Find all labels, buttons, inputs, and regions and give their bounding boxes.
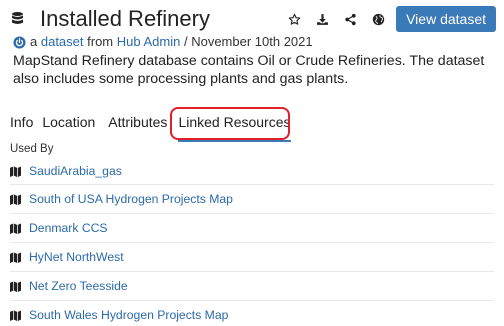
map-icon [10, 251, 21, 263]
database-icon [12, 12, 23, 24]
power-icon [13, 35, 26, 49]
linked-resource-link[interactable]: Denmark CCS [29, 221, 108, 235]
linked-resource-link[interactable]: South Wales Hydrogen Projects Map [29, 308, 228, 322]
star-icon [288, 13, 300, 25]
dataset-type-link[interactable]: dataset [41, 34, 84, 50]
tab-attributes[interactable]: Attributes [108, 113, 167, 135]
globe-button[interactable] [364, 6, 392, 32]
list-item[interactable]: South of USA Hydrogen Projects Map [10, 185, 494, 214]
list-item[interactable]: South Wales Hydrogen Projects Map [10, 301, 494, 326]
page-header: Installed Refinery View dataset [10, 6, 496, 32]
list-item[interactable]: Net Zero Teesside [10, 272, 494, 301]
share-icon [344, 13, 356, 25]
map-icon [10, 222, 21, 234]
list-item[interactable]: HyNet NorthWest [10, 243, 494, 272]
used-by-heading: Used By [10, 143, 54, 155]
page-title: Installed Refinery [40, 6, 210, 31]
linked-resource-link[interactable]: SaudiArabia_gas [29, 164, 122, 178]
map-icon [10, 309, 21, 321]
author-link[interactable]: Hub Admin [117, 34, 181, 50]
star-button[interactable] [280, 6, 308, 32]
list-item[interactable]: Denmark CCS [10, 214, 494, 243]
byline: a dataset from Hub Admin / November 10th… [13, 34, 313, 50]
tab-linked-resources[interactable]: Linked Resources [178, 113, 291, 142]
tab-info[interactable]: Info [10, 113, 33, 135]
linked-resource-link[interactable]: Net Zero Teesside [29, 279, 128, 293]
tab-location[interactable]: Location [42, 113, 95, 135]
byline-from: from [87, 34, 114, 49]
header-actions: View dataset [280, 6, 496, 32]
map-icon [10, 193, 21, 205]
dataset-description: MapStand Refinery database contains Oil … [13, 53, 485, 87]
linked-resource-link[interactable]: South of USA Hydrogen Projects Map [29, 192, 233, 206]
download-icon [316, 13, 328, 25]
used-by-list: SaudiArabia_gas South of USA Hydrogen Pr… [10, 158, 494, 326]
map-icon [10, 280, 21, 292]
list-item[interactable]: SaudiArabia_gas [10, 158, 494, 185]
map-icon [10, 165, 21, 177]
share-button[interactable] [336, 6, 364, 32]
linked-resource-link[interactable]: HyNet NorthWest [29, 250, 124, 264]
download-button[interactable] [308, 6, 336, 32]
byline-date: / November 10th 2021 [183, 34, 313, 49]
globe-icon [372, 13, 384, 25]
tab-bar: Info Location Attributes Linked Resource… [10, 113, 291, 142]
byline-prefix: a [30, 34, 38, 49]
view-dataset-button[interactable]: View dataset [396, 6, 496, 32]
